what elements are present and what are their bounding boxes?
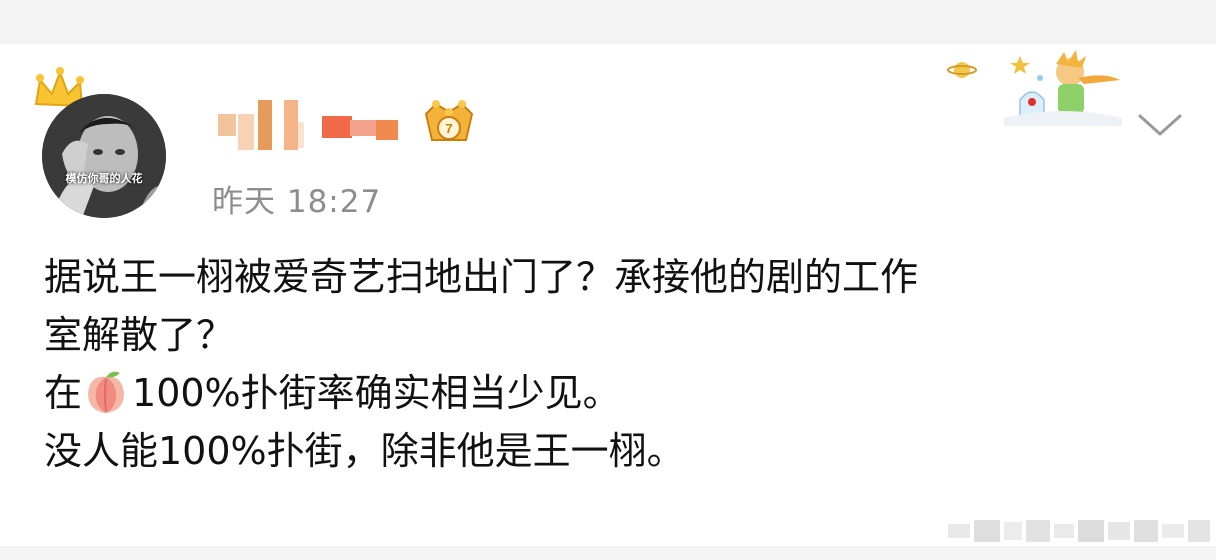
post-line-1: 据说王一栩被爱奇艺扫地出门了？承接他的剧的工作 <box>44 255 919 299</box>
avatar-caption: 模仿你哥的人花 <box>65 172 143 185</box>
post-line-4: 没人能100%扑街，除非他是王一栩。 <box>44 429 685 473</box>
feed-top-separator <box>0 0 1216 44</box>
svg-text:7: 7 <box>445 121 452 136</box>
author-avatar[interactable]: 模仿你哥的人花 <box>30 66 170 218</box>
feed-bottom-separator <box>0 546 1216 560</box>
post-line-3: 在 100%扑街率确实相当少见。 <box>44 364 1174 422</box>
peach-emoji-icon <box>88 371 125 413</box>
post-line-2: 室解散了？ <box>44 313 235 357</box>
avatar: 模仿你哥的人花 <box>42 94 166 218</box>
post-line-3-text: 100%扑街率确实相当少见。 <box>132 371 621 415</box>
post-timestamp: 昨天 18:27 <box>212 184 382 220</box>
post-line-3-prefix: 在 <box>44 371 83 415</box>
crown-badge-icon[interactable]: 7 <box>420 98 478 150</box>
little-prince-sticker <box>947 50 1122 126</box>
watermark-mosaic <box>948 520 1210 542</box>
author-name-mosaic[interactable] <box>214 92 404 152</box>
chevron-down-icon[interactable] <box>1136 108 1184 140</box>
avatar-portrait <box>42 94 166 218</box>
post-text: 据说王一栩被爱奇艺扫地出门了？承接他的剧的工作 室解散了？ 在 100%扑街率确… <box>44 248 1174 480</box>
